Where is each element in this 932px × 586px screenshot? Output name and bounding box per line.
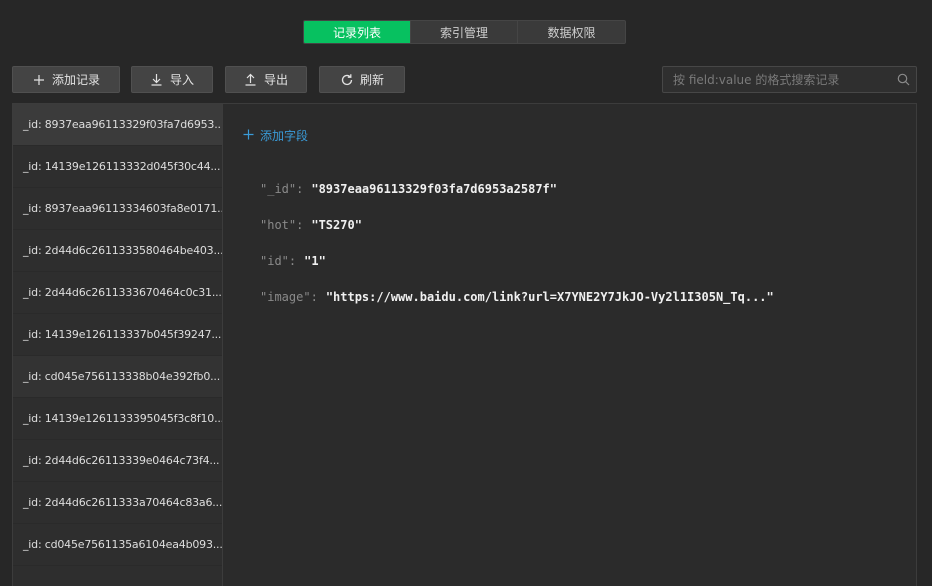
- field-row[interactable]: "_id": "8937eaa96113329f03fa7d6953a2587f…: [260, 171, 774, 207]
- export-label: 导出: [263, 73, 288, 87]
- refresh-label: 刷新: [359, 73, 384, 87]
- record-list-item[interactable]: _id: 2d44d6c2611333580464be403...: [13, 230, 222, 272]
- record-list-item[interactable]: _id: 14139e126113332d045f30c44...: [13, 146, 222, 188]
- plus-icon: [32, 73, 46, 87]
- record-list-item[interactable]: _id: 8937eaa96113334603fa8e0171...: [13, 188, 222, 230]
- import-label: 导入: [169, 73, 194, 87]
- search-icon[interactable]: [890, 67, 916, 92]
- field-separator: :: [296, 218, 304, 232]
- plus-icon: [243, 129, 254, 143]
- add-field-link[interactable]: 添加字段: [243, 127, 308, 144]
- field-row[interactable]: "image": "https://www.baidu.com/link?url…: [260, 279, 774, 315]
- field-list: "_id": "8937eaa96113329f03fa7d6953a2587f…: [260, 171, 774, 315]
- add-record-button[interactable]: 添加记录: [12, 66, 120, 93]
- field-key: "hot": [260, 218, 297, 232]
- refresh-icon: [340, 73, 354, 87]
- records-panel: _id: 8937eaa96113329f03fa7d6953... _id: …: [12, 103, 917, 586]
- add-field-label: 添加字段: [260, 129, 309, 143]
- add-record-label: 添加记录: [51, 73, 100, 87]
- record-list-item[interactable]: _id: 8937eaa96113329f03fa7d6953...: [13, 104, 222, 146]
- upload-icon: [244, 73, 258, 87]
- field-key: "image": [260, 290, 311, 304]
- record-list-item[interactable]: _id: cd045e756113338b04e392fb0...: [13, 356, 222, 398]
- field-value: "https://www.baidu.com/link?url=X7YNE2Y7…: [325, 290, 774, 304]
- field-value: "TS270": [311, 218, 362, 232]
- export-button[interactable]: 导出: [225, 66, 307, 93]
- record-detail: 添加字段 "_id": "8937eaa96113329f03fa7d6953a…: [223, 104, 916, 586]
- import-button[interactable]: 导入: [131, 66, 213, 93]
- search-box: [662, 66, 917, 93]
- field-row[interactable]: "hot": "TS270": [260, 207, 774, 243]
- field-row[interactable]: "id": "1": [260, 243, 774, 279]
- record-list-item[interactable]: _id: 14139e1261133395045f3c8f10...: [13, 398, 222, 440]
- database-console: 记录列表 索引管理 数据权限 添加记录 导入 导出 刷新 按 field:val…: [0, 0, 932, 586]
- record-list-item[interactable]: _id: 2d44d6c2611333670464c0c31...: [13, 272, 222, 314]
- field-value: "8937eaa96113329f03fa7d6953a2587f": [311, 182, 557, 196]
- record-list: _id: 8937eaa96113329f03fa7d6953... _id: …: [13, 104, 223, 586]
- tab-data-permissions[interactable]: 数据权限: [518, 21, 625, 43]
- search-input[interactable]: [663, 67, 890, 92]
- field-separator: :: [288, 254, 297, 268]
- field-separator: :: [296, 182, 304, 196]
- field-key: "id": [260, 254, 289, 268]
- record-list-item[interactable]: _id: 2d44d6c26113339e0464c73f4...: [13, 440, 222, 482]
- view-tabs: 记录列表 索引管理 数据权限: [303, 20, 626, 44]
- field-separator: :: [310, 290, 318, 304]
- refresh-button[interactable]: 刷新: [319, 66, 405, 93]
- record-list-item[interactable]: _id: cd045e7561135a6104ea4b093...: [13, 524, 222, 566]
- tab-record-list[interactable]: 记录列表: [304, 21, 411, 43]
- field-key: "_id": [260, 182, 297, 196]
- field-value: "1": [304, 254, 326, 268]
- tab-index-management[interactable]: 索引管理: [411, 21, 518, 43]
- record-list-item[interactable]: _id: 2d44d6c2611333a70464c83a6...: [13, 482, 222, 524]
- record-list-item[interactable]: _id: 14139e126113337b045f39247...: [13, 314, 222, 356]
- download-icon: [150, 73, 164, 87]
